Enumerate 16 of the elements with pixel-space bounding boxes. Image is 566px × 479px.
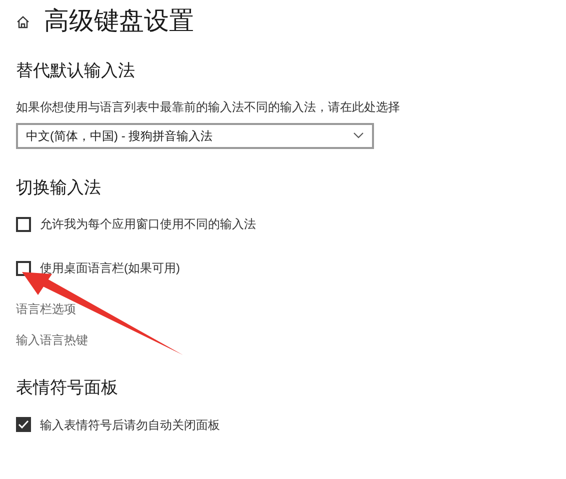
link[interactable]: 输入语言热键 [16, 331, 88, 349]
link[interactable]: 语言栏选项 [16, 300, 76, 318]
description-text: 如果你想使用与语言列表中最靠前的输入法不同的输入法，请在此处选择 [16, 98, 401, 116]
checkbox-label: 输入表情符号后请勿自动关闭面板 [40, 416, 220, 434]
section-heading: 表情符号面板 [16, 377, 119, 399]
checkbox[interactable] [16, 417, 31, 432]
home-icon[interactable] [16, 15, 30, 29]
checkbox-label: 允许我为每个应用窗口使用不同的输入法 [40, 216, 256, 233]
chevron-icon [353, 132, 364, 139]
section-heading: 替代默认输入法 [16, 60, 136, 82]
checkbox[interactable] [16, 216, 31, 232]
page-title: 高级键盘设置 [44, 6, 194, 38]
input-method-dropdown[interactable]: 中文(简体，中国) - 搜狗拼音输入法 [16, 122, 374, 148]
section-heading: 切换输入法 [16, 176, 102, 198]
checkbox-label: 使用桌面语言栏(如果可用) [40, 260, 180, 277]
checkbox[interactable] [16, 260, 31, 276]
